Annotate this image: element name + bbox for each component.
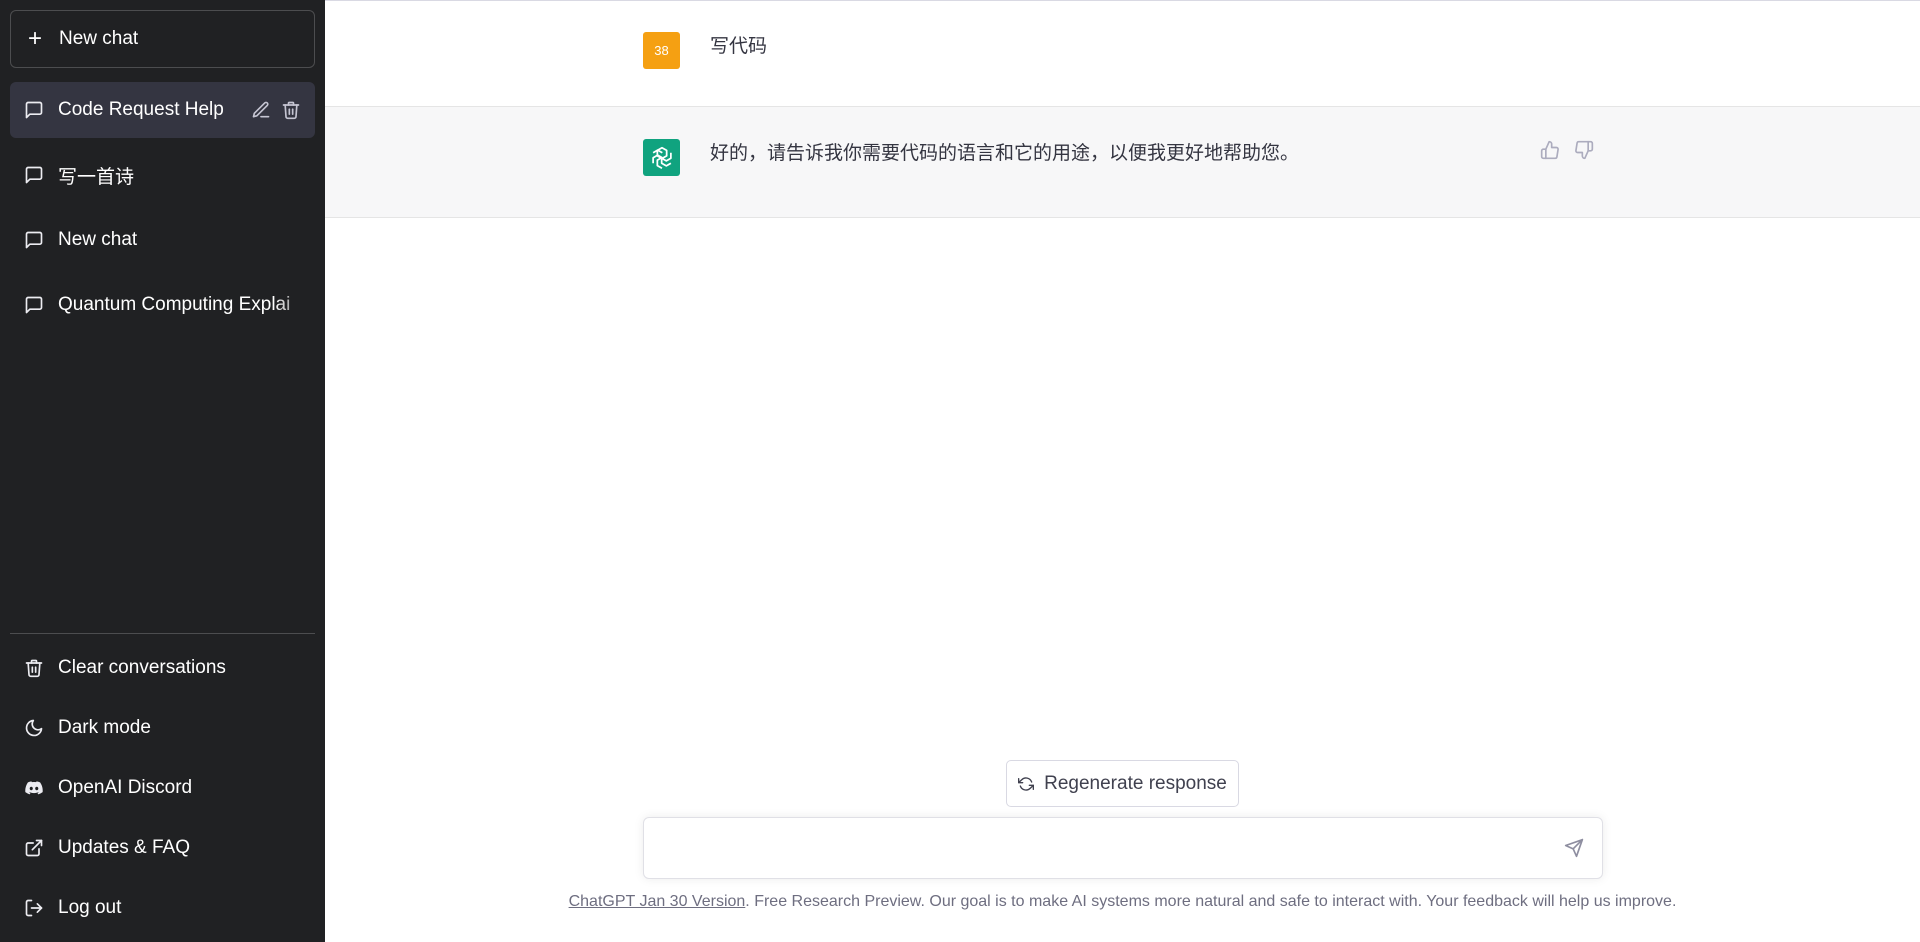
assistant-message-row: 好的，请告诉我你需要代码的语言和它的用途，以便我更好地帮助您。 [325, 107, 1920, 218]
footer: ChatGPT Jan 30 Version. Free Research Pr… [325, 893, 1920, 911]
app: + New chat Code Request Help 写一首诗 New ch… [0, 0, 1920, 942]
message-input[interactable] [644, 818, 1544, 878]
openai-discord-link[interactable]: OpenAI Discord [10, 762, 315, 814]
thumbs-down-icon[interactable] [1574, 140, 1594, 160]
chat-bubble-icon [24, 100, 44, 120]
chat-bubble-icon [24, 230, 44, 250]
log-out-label: Log out [58, 897, 122, 918]
conversation-label: New chat [58, 229, 138, 250]
text-fade [275, 277, 315, 333]
regenerate-label: Regenerate response [1044, 772, 1227, 794]
conversation-label: Quantum Computing Explai [58, 294, 291, 315]
dark-mode-button[interactable]: Dark mode [10, 702, 315, 754]
assistant-message: 好的，请告诉我你需要代码的语言和它的用途，以便我更好地帮助您。 [643, 139, 1299, 176]
logout-icon [24, 898, 44, 918]
new-chat-button[interactable]: + New chat [10, 10, 315, 68]
chat-bubble-icon [24, 295, 44, 315]
chat-main: 38 写代码 好的，请告诉我你需要代码的语言和它的用途，以便我更好地帮助您。 R… [325, 0, 1920, 942]
external-link-icon [24, 838, 44, 858]
updates-faq-link[interactable]: Updates & FAQ [10, 822, 315, 874]
edit-icon[interactable] [251, 100, 271, 120]
refresh-icon [1018, 776, 1035, 792]
openai-logo-icon [643, 139, 680, 176]
conversation-item-quantum-computing[interactable]: Quantum Computing Explai [10, 277, 315, 333]
openai-discord-label: OpenAI Discord [58, 777, 193, 798]
feedback-buttons [1540, 140, 1594, 160]
clear-conversations-label: Clear conversations [58, 657, 226, 678]
plus-icon: + [27, 25, 42, 52]
user-avatar-text: 38 [654, 43, 669, 58]
conversation-label: 写一首诗 [58, 166, 135, 188]
chat-bubble-icon [24, 165, 44, 185]
regenerate-response-button[interactable]: Regenerate response [1006, 760, 1239, 807]
discord-icon [24, 778, 44, 798]
conversation-label: Code Request Help [58, 99, 224, 120]
conversation-list: Code Request Help 写一首诗 New chat Quantum … [10, 82, 315, 342]
sidebar-divider [10, 633, 315, 634]
log-out-button[interactable]: Log out [10, 882, 315, 934]
clear-conversations-button[interactable]: Clear conversations [10, 642, 315, 694]
sidebar: + New chat Code Request Help 写一首诗 New ch… [0, 0, 325, 942]
updates-faq-label: Updates & FAQ [58, 837, 191, 858]
moon-icon [24, 718, 44, 738]
thumbs-up-icon[interactable] [1540, 140, 1560, 160]
conversation-actions [251, 100, 301, 120]
conversation-item-code-request-help[interactable]: Code Request Help [10, 82, 315, 138]
send-icon[interactable] [1564, 838, 1584, 858]
footer-text: . Free Research Preview. Our goal is to … [745, 893, 1677, 910]
trash-icon[interactable] [281, 100, 301, 120]
user-avatar: 38 [643, 32, 680, 69]
conversation-item-write-poem[interactable]: 写一首诗 [10, 147, 315, 203]
assistant-message-text: 好的，请告诉我你需要代码的语言和它的用途，以便我更好地帮助您。 [710, 143, 1300, 164]
trash-icon [24, 658, 44, 678]
dark-mode-label: Dark mode [58, 717, 151, 738]
user-message-row: 38 写代码 [325, 1, 1920, 107]
user-message-text: 写代码 [710, 36, 768, 57]
new-chat-label: New chat [59, 28, 139, 49]
message-input-box [643, 817, 1603, 879]
conversation-item-new-chat[interactable]: New chat [10, 212, 315, 268]
version-link[interactable]: ChatGPT Jan 30 Version [569, 893, 746, 910]
user-message: 38 写代码 [643, 32, 767, 69]
